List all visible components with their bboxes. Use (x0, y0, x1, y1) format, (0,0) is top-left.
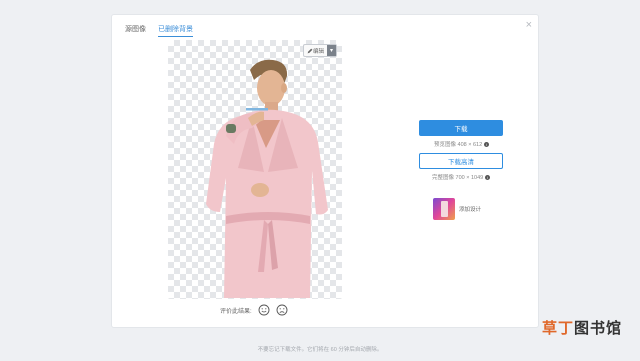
edit-button-group: 编辑 ▾ (302, 44, 337, 57)
info-icon[interactable]: i (484, 141, 490, 147)
preview-size-info: 预览图像 408 × 612 i (434, 140, 490, 148)
person-cutout-image (206, 59, 328, 298)
result-dialog: 源图像 已删除背景 × 编辑 ▾ 评价此结果: 下载 预览图像 408 × 61… (111, 14, 539, 328)
download-preview-button[interactable]: 下载 (419, 120, 503, 136)
edit-button[interactable]: 编辑 (304, 45, 327, 56)
tab-original[interactable]: 源图像 (125, 24, 146, 37)
info-icon[interactable]: i (485, 174, 491, 180)
add-design-label: 添加设计 (459, 207, 482, 213)
add-design-button[interactable]: 添加设计 (433, 198, 481, 220)
watermark-part-b: 图书馆 (574, 320, 623, 337)
edit-label: 编辑 (312, 48, 324, 55)
smile-icon[interactable] (258, 304, 270, 316)
rating-row: 评价此结果: (220, 304, 288, 316)
tab-removed-background[interactable]: 已删除背景 (158, 24, 193, 37)
full-size-label: 完整图像 700 × 1049 (432, 175, 484, 181)
rating-label: 评价此结果: (220, 308, 252, 315)
close-icon[interactable]: × (526, 19, 532, 31)
image-canvas: 编辑 ▾ (168, 40, 342, 299)
site-watermark: 草丁 图书馆 (542, 317, 622, 338)
preview-size-label: 预览图像 408 × 612 (434, 142, 483, 148)
frown-icon[interactable] (276, 304, 288, 316)
design-thumbnail (433, 198, 455, 220)
tab-bar: 源图像 已删除背景 (125, 24, 193, 37)
watermark-part-a: 草丁 (542, 320, 575, 337)
chevron-down-icon[interactable]: ▾ (327, 45, 336, 56)
download-hd-button[interactable]: 下载高清 (419, 153, 503, 169)
footer-note: 不要忘记下载文件。它们将在 60 分钟后自动删除。 (257, 347, 383, 353)
full-size-info: 完整图像 700 × 1049 i (432, 173, 491, 181)
